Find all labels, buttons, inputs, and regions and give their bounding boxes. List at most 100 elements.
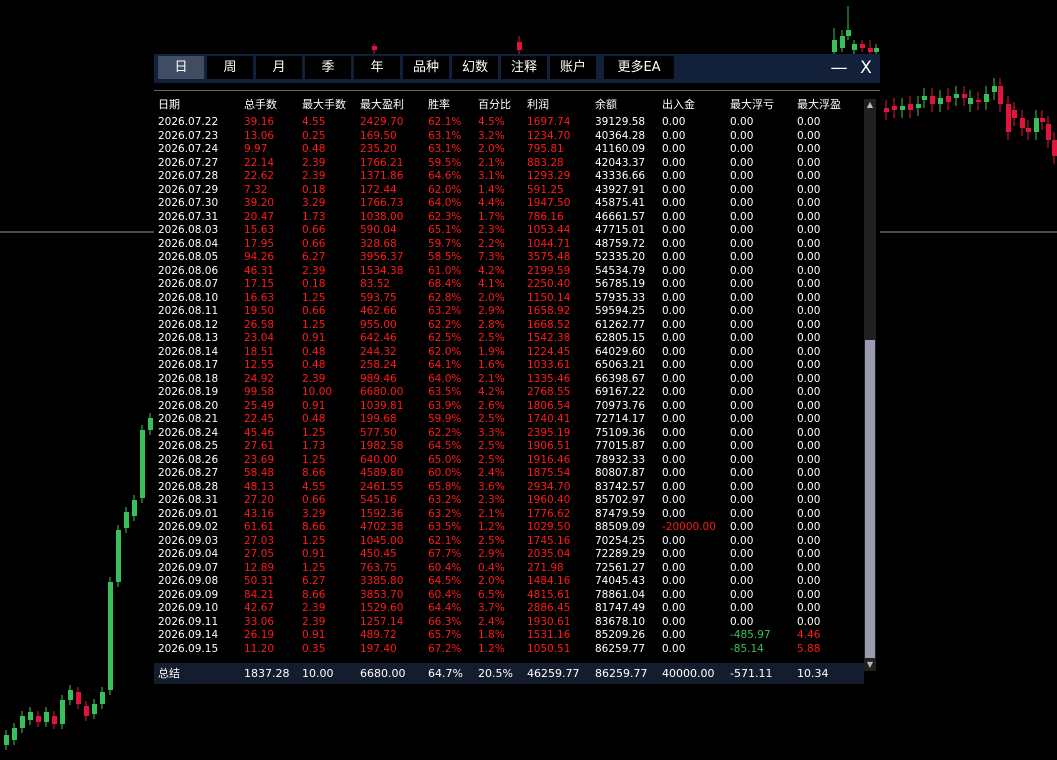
cell-win-rate: 59.5% (428, 156, 462, 169)
column-header-deposit[interactable]: 出入金 (662, 94, 695, 116)
cell-max-drawdown: 0.00 (730, 453, 754, 466)
cell-percent: 2.3% (478, 494, 505, 506)
cell-max-profit: 489.72 (360, 629, 397, 641)
cell-max-floating-profit: 0.00 (797, 561, 821, 574)
close-button[interactable]: X (855, 56, 877, 81)
tab-symbol[interactable]: 品种 (403, 56, 449, 79)
summary-balance: 86259.77 (595, 667, 648, 680)
cell-max-drawdown: 0.00 (730, 197, 754, 209)
tab-more-ea[interactable]: 更多EA (604, 56, 674, 79)
table-row: 2026.09.01 43.16 3.29 1592.36 63.2% 2.1% 1776.… (154, 508, 864, 522)
cell-deposit: 0.00 (662, 318, 686, 331)
cell-max-drawdown: 0.00 (730, 575, 754, 587)
cell-max-floating-profit: 0.00 (797, 183, 821, 196)
tab-month[interactable]: 月 (256, 56, 302, 79)
cell-max-profit: 1592.36 (360, 507, 404, 520)
cell-balance: 70254.25 (595, 534, 646, 547)
column-header-balance[interactable]: 余额 (595, 94, 617, 116)
cell-percent: 3.6% (478, 480, 505, 493)
cell-profit: 2395.19 (527, 426, 571, 439)
table-row: 2026.09.09 84.21 8.66 3853.70 60.4% 6.5% 4815.… (154, 589, 864, 603)
table-row: 2026.07.27 22.14 2.39 1766.21 59.5% 2.1% 883.2… (154, 157, 864, 171)
tab-quarter[interactable]: 季 (305, 56, 351, 79)
cell-win-rate: 64.5% (428, 575, 462, 587)
cell-balance: 69167.22 (595, 386, 646, 398)
cell-max-drawdown: 0.00 (730, 332, 754, 344)
tab-comment[interactable]: 注释 (501, 56, 547, 79)
scroll-down-icon[interactable]: ▼ (864, 659, 876, 671)
cell-percent: 7.3% (478, 251, 505, 263)
cell-win-rate: 65.1% (428, 224, 462, 236)
minimize-button[interactable]: — (828, 56, 850, 81)
cell-balance: 81747.49 (595, 602, 646, 614)
cell-max-lots: 2.39 (302, 615, 326, 628)
cell-profit: 1029.50 (527, 521, 571, 533)
column-header-max-floating-profit[interactable]: 最大浮盈 (797, 94, 841, 116)
candle-body (954, 94, 959, 98)
column-header-max-lots[interactable]: 最大手数 (302, 94, 346, 116)
cell-percent: 1.4% (478, 183, 505, 196)
cell-max-profit: 258.24 (360, 359, 397, 371)
cell-profit: 2250.40 (527, 278, 571, 290)
cell-percent: 4.4% (478, 197, 505, 209)
tab-year[interactable]: 年 (354, 56, 400, 79)
vertical-scrollbar[interactable]: ▲ ▼ (864, 99, 876, 671)
column-header-date[interactable]: 日期 (158, 94, 180, 116)
candle-body (100, 692, 105, 704)
cell-max-lots: 0.66 (302, 494, 326, 506)
column-header-max-profit[interactable]: 最大盈利 (360, 94, 404, 116)
cell-max-profit: 6680.00 (360, 386, 404, 398)
summary-percent: 20.5% (478, 667, 513, 680)
cell-max-floating-profit: 0.00 (797, 386, 821, 398)
daily-report-panel: 日 周 月 季 年 品种 幻数 注释 账户 更多EA — X 日期 总手数 最大手数… (154, 54, 880, 684)
cell-max-lots: 1.25 (302, 426, 326, 439)
column-header-profit[interactable]: 利润 (527, 94, 549, 116)
cell-profit: 1947.50 (527, 197, 571, 209)
cell-max-drawdown: 0.00 (730, 143, 754, 155)
table-row: 2026.08.24 45.46 1.25 577.50 62.2% 3.3% 2395.1… (154, 427, 864, 441)
cell-win-rate: 62.0% (428, 183, 462, 196)
cell-balance: 72289.29 (595, 548, 646, 560)
cell-balance: 64029.60 (595, 345, 646, 358)
cell-total-lots: 16.63 (244, 291, 275, 304)
candle-body (148, 418, 153, 430)
candle-body (1026, 128, 1031, 132)
cell-max-profit: 2429.70 (360, 116, 404, 128)
column-header-total-lots[interactable]: 总手数 (244, 94, 277, 116)
scrollbar-thumb[interactable] (865, 340, 875, 658)
tab-magic[interactable]: 幻数 (452, 56, 498, 79)
cell-total-lots: 25.49 (244, 399, 275, 412)
cell-total-lots: 19.50 (244, 305, 275, 317)
column-header-win-rate[interactable]: 胜率 (428, 94, 450, 116)
cell-max-lots: 0.18 (302, 183, 326, 196)
candle-body (1020, 118, 1025, 128)
candle-body (846, 30, 851, 36)
cell-total-lots: 43.16 (244, 507, 275, 520)
cell-date: 2026.08.25 (158, 440, 219, 452)
table-row: 2026.09.11 33.06 2.39 1257.14 66.3% 2.4% 1930.… (154, 616, 864, 630)
candle-body (946, 96, 951, 102)
cell-max-floating-profit: 0.00 (797, 602, 821, 614)
cell-deposit: 0.00 (662, 602, 686, 614)
cell-max-profit: 3385.80 (360, 575, 404, 587)
tab-account[interactable]: 账户 (550, 56, 596, 79)
tab-week[interactable]: 周 (207, 56, 253, 79)
cell-max-profit: 1257.14 (360, 615, 404, 628)
column-header-percent[interactable]: 百分比 (478, 94, 511, 116)
candle-body (84, 706, 89, 716)
cell-max-drawdown: 0.00 (730, 210, 754, 223)
cell-profit: 1697.74 (527, 116, 571, 128)
candle-body (372, 46, 377, 50)
tab-day[interactable]: 日 (158, 56, 204, 79)
cell-max-profit: 450.45 (360, 548, 397, 560)
cell-balance: 40364.28 (595, 129, 646, 142)
cell-date: 2026.07.24 (158, 143, 219, 155)
column-header-max-drawdown[interactable]: 最大浮亏 (730, 94, 774, 116)
cell-total-lots: 39.16 (244, 116, 275, 128)
cell-profit: 786.16 (527, 210, 564, 223)
cell-date: 2026.07.22 (158, 116, 219, 128)
scroll-up-icon[interactable]: ▲ (864, 99, 876, 111)
table-row: 2026.09.10 42.67 2.39 1529.60 64.4% 3.7% 2886.… (154, 602, 864, 616)
candle-body (860, 44, 865, 48)
cell-deposit: 0.00 (662, 170, 686, 182)
